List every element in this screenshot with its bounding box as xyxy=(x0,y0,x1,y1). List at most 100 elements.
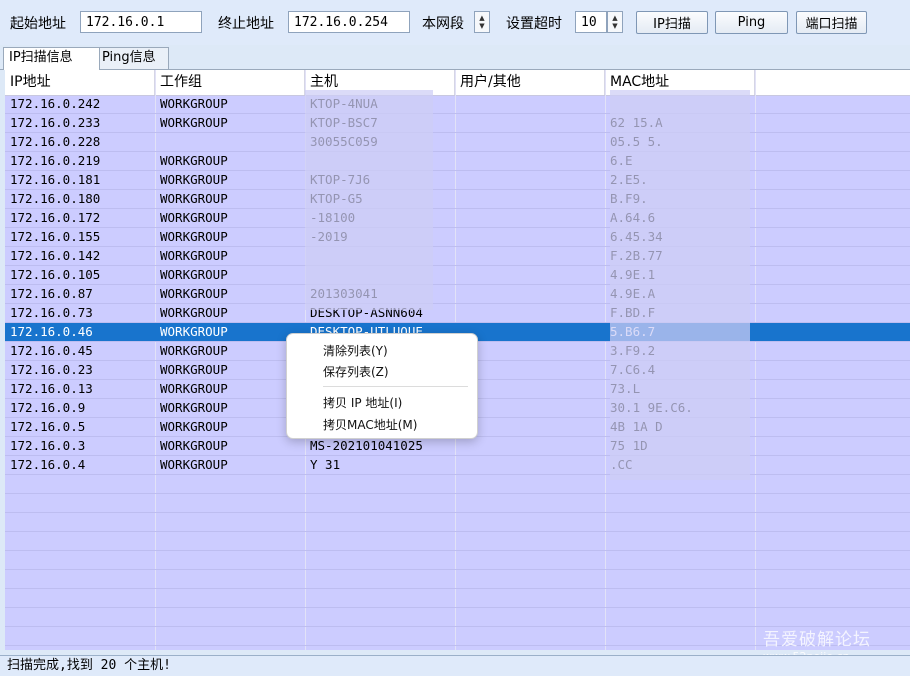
table-row[interactable]: 172.16.0.242WORKGROUPKTOP-4NUA xyxy=(5,95,910,114)
ip-scan-button[interactable]: IP扫描 xyxy=(636,11,708,34)
column-header-ip[interactable]: IP地址 xyxy=(5,70,155,95)
end-address-label: 终止地址 xyxy=(218,16,274,32)
cell-group: WORKGROUP xyxy=(160,267,228,282)
cell-group: WORKGROUP xyxy=(160,400,228,415)
tab-ping-info[interactable]: Ping信息 xyxy=(96,47,169,69)
cell-group: WORKGROUP xyxy=(160,362,228,377)
grid-header: IP地址 工作组 主机 用户/其他 MAC地址 xyxy=(5,70,910,96)
toolbar: 起始地址 终止地址 本网段 ▲ ▼ 设置超时 ▲ ▼ IP扫描 Ping 端口扫… xyxy=(0,0,910,45)
tab-ip-scan-info[interactable]: IP扫描信息 xyxy=(3,47,100,70)
cell-ip: 172.16.0.3 xyxy=(10,438,86,453)
timeout-label: 设置超时 xyxy=(506,16,562,32)
cell-group: WORKGROUP xyxy=(160,210,228,225)
start-address-input[interactable] xyxy=(80,11,202,33)
start-address-label: 起始地址 xyxy=(10,16,66,32)
cell-ip: 172.16.0.73 xyxy=(10,305,93,320)
privacy-blur-patch xyxy=(610,90,750,480)
table-row[interactable]: 172.16.0.172WORKGROUP-18100A.64.6 xyxy=(5,209,910,228)
cell-group: WORKGROUP xyxy=(160,286,228,301)
status-bar: 扫描完成,找到 20 个主机! xyxy=(0,655,910,676)
cell-user xyxy=(455,247,605,266)
cell-group: WORKGROUP xyxy=(160,324,228,339)
table-row[interactable] xyxy=(5,551,910,570)
cell-user xyxy=(455,152,605,171)
watermark-name: 吾爱破解论坛 xyxy=(763,630,871,650)
cell-group: WORKGROUP xyxy=(160,248,228,263)
menu-item-copy-mac[interactable]: 拷贝MAC地址(M) xyxy=(323,416,417,433)
table-row[interactable]: 172.16.0.155WORKGROUP-20196.45.34 xyxy=(5,228,910,247)
cell-user xyxy=(455,266,605,285)
cell-host: MS-202101041025 xyxy=(310,438,423,453)
cell-group: WORKGROUP xyxy=(160,153,228,168)
cell-host: Y 31 xyxy=(310,457,341,472)
cell-group: WORKGROUP xyxy=(160,381,228,396)
cell-ip: 172.16.0.45 xyxy=(10,343,93,358)
table-row[interactable]: 172.16.0.233WORKGROUPKTOP-BSC762 15.A xyxy=(5,114,910,133)
cell-ip: 172.16.0.180 xyxy=(10,191,101,206)
cell-user xyxy=(455,95,605,114)
table-row[interactable]: 172.16.0.142WORKGROUPF.2B.77 xyxy=(5,247,910,266)
cell-user xyxy=(455,190,605,209)
cell-group: WORKGROUP xyxy=(160,96,228,111)
cell-group: WORKGROUP xyxy=(160,229,228,244)
table-row[interactable] xyxy=(5,475,910,494)
cell-ip: 172.16.0.87 xyxy=(10,286,93,301)
cell-user xyxy=(455,456,605,475)
spin-up-icon: ▲ xyxy=(612,14,618,22)
table-row[interactable]: 172.16.0.73WORKGROUPDESKTOP-ASNN604F.BD.… xyxy=(5,304,910,323)
port-scan-button[interactable]: 端口扫描 xyxy=(796,11,867,34)
cell-group: WORKGROUP xyxy=(160,343,228,358)
cell-ip: 172.16.0.46 xyxy=(10,324,93,339)
cell-group: WORKGROUP xyxy=(160,419,228,434)
cell-user xyxy=(455,437,605,456)
table-row[interactable] xyxy=(5,513,910,532)
table-row[interactable] xyxy=(5,570,910,589)
end-address-input[interactable] xyxy=(288,11,410,33)
cell-user xyxy=(455,171,605,190)
cell-ip: 172.16.0.155 xyxy=(10,229,101,244)
timeout-spinner[interactable]: ▲ ▼ xyxy=(607,11,623,33)
table-row[interactable]: 172.16.0.105WORKGROUP4.9E.1 xyxy=(5,266,910,285)
table-row[interactable]: 172.16.0.22830055C05905.5 5. xyxy=(5,133,910,152)
subnet-spinner[interactable]: ▲ ▼ xyxy=(474,11,490,33)
table-row[interactable]: 172.16.0.180WORKGROUPKTOP-G5B.F9. xyxy=(5,190,910,209)
table-row[interactable] xyxy=(5,494,910,513)
cell-ip: 172.16.0.13 xyxy=(10,381,93,396)
column-header-workgroup[interactable]: 工作组 xyxy=(155,70,305,95)
cell-ip: 172.16.0.23 xyxy=(10,362,93,377)
timeout-input[interactable] xyxy=(575,11,607,33)
spin-down-icon: ▼ xyxy=(612,22,618,30)
menu-item-clear-list[interactable]: 清除列表(Y) xyxy=(323,342,388,359)
cell-group: WORKGROUP xyxy=(160,191,228,206)
subnet-label: 本网段 xyxy=(422,16,464,32)
cell-group: WORKGROUP xyxy=(160,305,228,320)
cell-ip: 172.16.0.105 xyxy=(10,267,101,282)
table-row[interactable]: 172.16.0.181WORKGROUPKTOP-7J62.E5. xyxy=(5,171,910,190)
cell-user xyxy=(455,114,605,133)
cell-group: WORKGROUP xyxy=(160,457,228,472)
cell-group: WORKGROUP xyxy=(160,438,228,453)
cell-user xyxy=(455,228,605,247)
cell-ip: 172.16.0.9 xyxy=(10,400,86,415)
context-menu: 清除列表(Y) 保存列表(Z) 拷贝 IP 地址(I) 拷贝MAC地址(M) xyxy=(286,333,478,439)
cell-ip: 172.16.0.233 xyxy=(10,115,101,130)
table-row[interactable]: 172.16.0.3WORKGROUPMS-20210104102575 1D xyxy=(5,437,910,456)
ping-button[interactable]: Ping xyxy=(715,11,788,34)
table-row[interactable]: 172.16.0.219WORKGROUP6.E xyxy=(5,152,910,171)
privacy-blur-patch xyxy=(305,90,433,310)
cell-user xyxy=(455,133,605,152)
menu-separator xyxy=(323,386,468,387)
cell-user xyxy=(455,304,605,323)
cell-ip: 172.16.0.181 xyxy=(10,172,101,187)
menu-item-save-list[interactable]: 保存列表(Z) xyxy=(323,363,389,380)
cell-ip: 172.16.0.219 xyxy=(10,153,101,168)
menu-item-copy-ip[interactable]: 拷贝 IP 地址(I) xyxy=(323,394,402,411)
cell-ip: 172.16.0.5 xyxy=(10,419,86,434)
table-row[interactable]: 172.16.0.87WORKGROUP2013030414.9E.A xyxy=(5,285,910,304)
table-row[interactable]: 172.16.0.4WORKGROUPY 31.CC xyxy=(5,456,910,475)
cell-group xyxy=(155,133,305,152)
table-row[interactable] xyxy=(5,532,910,551)
spin-up-icon: ▲ xyxy=(479,14,485,22)
column-header-user[interactable]: 用户/其他 xyxy=(455,70,605,95)
table-row[interactable] xyxy=(5,589,910,608)
